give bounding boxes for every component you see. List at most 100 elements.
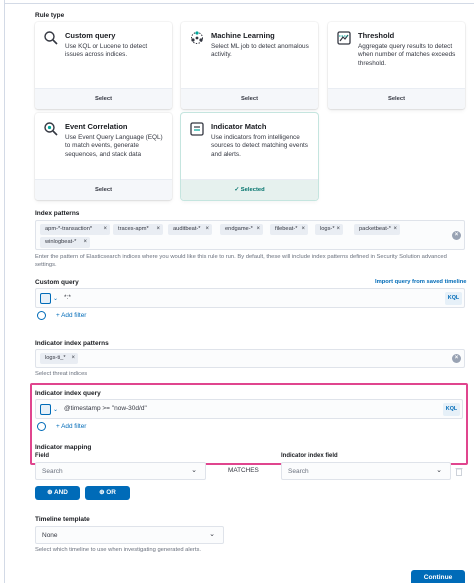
card-body: Threshold Aggregate query results to det… xyxy=(328,22,465,88)
field-select-placeholder: Search xyxy=(42,468,63,475)
rule-card-indicator-match[interactable]: Indicator Match Use indicators from inte… xyxy=(181,113,318,200)
indicator-icon xyxy=(190,122,204,136)
rule-card-event-correlation[interactable]: Event Correlation Use Event Query Langua… xyxy=(35,113,172,200)
indicator-field-select-placeholder: Search xyxy=(288,468,309,475)
remove-icon[interactable]: × xyxy=(205,224,209,235)
card-title: Event Correlation xyxy=(65,122,128,131)
chevron-down-icon: ⌄ xyxy=(53,407,59,413)
remove-icon[interactable]: × xyxy=(256,224,260,235)
card-body: Event Correlation Use Event Query Langua… xyxy=(35,113,172,179)
card-description: Select ML job to detect anomalous activi… xyxy=(211,43,309,59)
add-filter-link[interactable]: + Add filter xyxy=(56,312,86,319)
card-title: Machine Learning xyxy=(211,31,275,40)
or-button-label: OR xyxy=(106,489,116,496)
timeline-template-select[interactable]: None ⌄ xyxy=(35,526,224,544)
chevron-down-icon: ⌄ xyxy=(191,467,197,474)
indicator-index-patterns-help: Select threat indices xyxy=(35,371,88,377)
index-pattern-pill[interactable]: endgame-* × xyxy=(220,224,263,235)
select-button[interactable]: Select xyxy=(35,88,172,109)
matches-label: MATCHES xyxy=(228,467,259,474)
pill-label: logs-ti_* xyxy=(45,355,66,361)
add-filter-link[interactable]: + Add filter xyxy=(56,423,86,430)
custom-query-input[interactable]: *:* xyxy=(64,294,71,301)
remove-icon[interactable]: × xyxy=(393,224,397,235)
remove-icon[interactable]: × xyxy=(156,224,160,235)
query-menu-button[interactable]: ⌄ xyxy=(40,404,59,415)
page: Rule type Custom query Use KQL or Lucene… xyxy=(0,0,474,583)
selected-indicator[interactable]: ✓ Selected xyxy=(181,179,318,200)
pill-label: apm-*-transaction* xyxy=(45,226,93,232)
index-pattern-pill[interactable]: logs-* × xyxy=(315,224,343,235)
chevron-down-icon: ⌄ xyxy=(209,531,215,538)
search-icon xyxy=(44,31,58,45)
indicator-index-patterns-combobox[interactable]: logs-ti_* × × xyxy=(35,349,465,368)
pill-label: winlogbeat-* xyxy=(45,239,77,245)
card-title: Threshold xyxy=(358,31,395,40)
index-pattern-pill[interactable]: traces-apm* × xyxy=(113,224,163,235)
index-patterns-label: Index patterns xyxy=(35,210,80,217)
index-pattern-pill[interactable]: logs-ti_* × xyxy=(40,353,78,364)
divider xyxy=(4,3,474,4)
select-button[interactable]: Select xyxy=(35,179,172,200)
ml-icon xyxy=(191,31,203,44)
clear-icon[interactable]: × xyxy=(452,231,461,240)
index-pattern-pill[interactable]: filebeat-* × xyxy=(270,224,308,235)
remove-icon[interactable]: × xyxy=(83,237,87,248)
card-description: Aggregate query results to detect when n… xyxy=(358,43,456,67)
indicator-index-patterns-label: Indicator index patterns xyxy=(35,340,109,347)
field-label: Field xyxy=(35,453,50,459)
add-filter-row[interactable]: + Add filter xyxy=(37,422,137,433)
custom-query-bar[interactable]: ⌄ *:* KQL xyxy=(35,288,465,308)
filter-icon[interactable] xyxy=(37,311,46,320)
query-menu-icon xyxy=(40,404,51,415)
card-description: Use KQL or Lucene to detect issues acros… xyxy=(65,43,148,59)
filter-icon[interactable] xyxy=(37,422,46,431)
import-query-link[interactable]: Import query from saved timeline xyxy=(375,279,467,285)
card-description: Use indicators from intelligence sources… xyxy=(211,134,308,158)
indicator-index-field-select[interactable]: Search ⌄ xyxy=(281,462,451,480)
select-button[interactable]: Select xyxy=(181,88,318,109)
remove-icon[interactable]: × xyxy=(336,224,340,235)
index-pattern-pill[interactable]: packetbeat-* × xyxy=(354,224,400,235)
indicator-index-query-bar[interactable]: ⌄ @timestamp >= "now-30d/d" KQL xyxy=(35,399,463,419)
query-menu-icon xyxy=(40,293,51,304)
card-body: Custom query Use KQL or Lucene to detect… xyxy=(35,22,172,88)
divider xyxy=(4,0,5,583)
field-select[interactable]: Search ⌄ xyxy=(35,462,206,480)
query-menu-button[interactable]: ⌄ xyxy=(40,293,59,304)
rule-card-threshold[interactable]: Threshold Aggregate query results to det… xyxy=(328,22,465,109)
continue-button[interactable]: Continue xyxy=(411,570,465,583)
card-title: Indicator Match xyxy=(211,122,267,131)
trash-icon[interactable] xyxy=(455,467,463,476)
pill-label: packetbeat-* xyxy=(359,226,391,232)
index-pattern-pill[interactable]: winlogbeat-* × xyxy=(40,237,90,248)
indicator-mapping-label: Indicator mapping xyxy=(35,444,92,451)
card-body: Machine Learning Select ML job to detect… xyxy=(181,22,318,88)
or-button[interactable]: ⊕ OR xyxy=(85,486,130,500)
pill-label: filebeat-* xyxy=(275,226,298,232)
remove-icon[interactable]: × xyxy=(103,224,107,235)
timeline-template-label: Timeline template xyxy=(35,516,90,523)
add-filter-row[interactable]: + Add filter xyxy=(37,311,137,322)
rule-card-custom-query[interactable]: Custom query Use KQL or Lucene to detect… xyxy=(35,22,172,109)
remove-icon[interactable]: × xyxy=(301,224,305,235)
pill-label: endgame-* xyxy=(225,226,253,232)
timeline-template-help: Select which timeline to use when invest… xyxy=(35,547,201,553)
index-pattern-pill[interactable]: apm-*-transaction* × xyxy=(40,224,110,235)
select-button[interactable]: Select xyxy=(328,88,465,109)
rule-card-machine-learning[interactable]: Machine Learning Select ML job to detect… xyxy=(181,22,318,109)
kql-toggle[interactable]: KQL xyxy=(445,292,462,305)
and-button[interactable]: ⊕ AND xyxy=(35,486,80,500)
rule-type-label: Rule type xyxy=(35,12,65,19)
indicator-query-input[interactable]: @timestamp >= "now-30d/d" xyxy=(64,405,147,412)
index-pattern-pill[interactable]: auditbeat-* × xyxy=(168,224,212,235)
and-button-label: AND xyxy=(54,489,68,496)
clear-icon[interactable]: × xyxy=(452,354,461,363)
card-title: Custom query xyxy=(65,31,116,40)
pill-label: traces-apm* xyxy=(118,226,149,232)
timeline-template-value: None xyxy=(42,532,58,539)
card-body: Indicator Match Use indicators from inte… xyxy=(181,113,318,179)
remove-icon[interactable]: × xyxy=(71,353,75,364)
index-patterns-combobox[interactable]: apm-*-transaction* × traces-apm* × auditbe… xyxy=(35,220,465,250)
kql-toggle[interactable]: KQL xyxy=(443,403,460,416)
